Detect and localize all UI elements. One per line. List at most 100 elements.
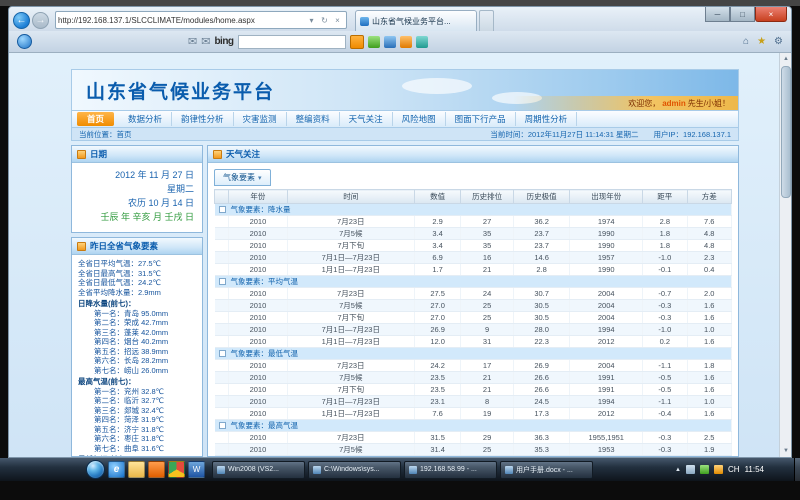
address-dropdown-icon[interactable]	[305, 16, 318, 25]
tab-climate-platform[interactable]: 山东省气候业务平台...	[355, 10, 477, 31]
taskbar-window-1[interactable]: C:\Windows\sys...	[308, 461, 401, 479]
bing-search-button[interactable]	[350, 35, 364, 49]
climate-portal-page: 山东省气候业务平台 欢迎您， admin 先生/小姐！ 首页数据分析韵律性分析灾…	[71, 69, 739, 457]
mail-send-icon[interactable]	[201, 35, 210, 48]
nav-item-3[interactable]: 灾害监测	[234, 112, 287, 126]
collapse-checkbox-icon[interactable]	[219, 206, 226, 213]
action-center-tray-icon[interactable]	[700, 465, 709, 474]
toolbar-addon-icon-2[interactable]	[384, 36, 396, 48]
scroll-down-arrow-icon[interactable]	[780, 445, 792, 457]
nav-item-4[interactable]: 整编资料	[287, 112, 340, 126]
bing-search-input[interactable]	[238, 35, 346, 49]
taskbar-window-2[interactable]: 192.168.58.99 - ...	[404, 461, 497, 479]
nav-item-8[interactable]: 周期性分析	[516, 112, 578, 126]
weather-icon	[77, 242, 86, 251]
date-line-1: 星期二	[80, 182, 194, 196]
table-row: 20107月下旬31.42535.31951-0.31.9	[215, 456, 732, 457]
cell-时间: 7月下旬	[287, 312, 414, 324]
address-input[interactable]	[58, 16, 305, 25]
minimize-button[interactable]	[705, 7, 730, 22]
collapse-checkbox-icon[interactable]	[219, 350, 226, 357]
cell-历史极值: 26.9	[513, 360, 570, 372]
scrollbar-thumb[interactable]	[781, 66, 791, 198]
vertical-scrollbar[interactable]	[779, 53, 791, 457]
cell-历史极值: 36.3	[513, 432, 570, 444]
scroll-up-arrow-icon[interactable]	[780, 53, 792, 65]
table-row: 20107月1日—7月23日26.9928.01994-1.01.0	[215, 324, 732, 336]
section-label-cell: 气象要素：降水量	[215, 204, 732, 216]
nav-item-1[interactable]: 数据分析	[119, 112, 172, 126]
weather-focus-panel: 天气关注 气象要素	[207, 145, 739, 457]
start-button[interactable]	[86, 460, 105, 479]
cell-历史排位: 27	[461, 216, 514, 228]
home-icon[interactable]	[743, 36, 749, 47]
cell-年份: 2010	[229, 324, 288, 336]
explorer-taskbar-icon[interactable]	[128, 461, 145, 478]
stats-rank-item-1-1: 第二名：临沂 32.7℃	[78, 396, 196, 406]
tray-expand-arrow-icon[interactable]	[675, 467, 681, 473]
nav-item-6[interactable]: 风险地图	[393, 112, 446, 126]
section-row-3[interactable]: 气象要素：最高气温	[215, 420, 732, 432]
show-desktop-button[interactable]	[794, 458, 800, 481]
chrome-taskbar-icon[interactable]	[168, 461, 185, 478]
toolbar-addon-icon-3[interactable]	[400, 36, 412, 48]
network-tray-icon[interactable]	[686, 465, 695, 474]
cell-年份: 2010	[229, 408, 288, 420]
close-button[interactable]	[755, 7, 787, 22]
refresh-icon[interactable]	[318, 16, 331, 25]
taskbar-window-3[interactable]: 用户手册.docx - ...	[500, 461, 593, 479]
nav-item-0[interactable]: 首页	[77, 112, 114, 126]
nav-item-7[interactable]: 图面下行产品	[446, 112, 516, 126]
language-indicator[interactable]: CH	[728, 465, 740, 474]
mail-icon[interactable]	[188, 35, 197, 48]
bing-logo: bing	[214, 36, 233, 47]
collapse-checkbox-icon[interactable]	[219, 278, 226, 285]
section-row-1[interactable]: 气象要素：平均气温	[215, 276, 732, 288]
system-tray: CH 11:54	[675, 465, 794, 474]
yesterday-stats-panel: 昨日全省气象要素 全省日平均气温：27.5℃全省日最高气温：31.5℃全省日最低…	[71, 237, 203, 457]
cell-距平: 0.2	[643, 336, 687, 348]
section-label: 气象要素：降水量	[231, 205, 291, 214]
toolbar-addon-icon-1[interactable]	[368, 36, 380, 48]
welcome-suffix: 先生/小姐！	[688, 98, 730, 109]
cell-数值: 27.0	[414, 312, 460, 324]
tools-gear-icon[interactable]	[774, 36, 783, 47]
new-tab-button[interactable]	[479, 10, 494, 31]
taskbar-clock[interactable]: 11:54	[745, 465, 764, 474]
ie-taskbar-icon[interactable]	[108, 461, 125, 478]
cell-历史极值: 14.6	[513, 252, 570, 264]
volume-tray-icon[interactable]	[714, 465, 723, 474]
stats-rank-item-1-0: 第一名：兖州 32.8℃	[78, 387, 196, 397]
cell-方差: 1.6	[687, 372, 731, 384]
element-filter-button[interactable]: 气象要素	[214, 169, 271, 186]
stats-rank-item-0-0: 第一名：青岛 95.0mm	[78, 309, 196, 319]
cell-历史排位: 21	[461, 264, 514, 276]
cell-出现年份: 1957	[570, 252, 643, 264]
cell-出现年份: 1990	[570, 228, 643, 240]
collapse-checkbox-icon[interactable]	[219, 422, 226, 429]
section-row-2[interactable]: 气象要素：最低气温	[215, 348, 732, 360]
word-taskbar-icon[interactable]	[188, 461, 205, 478]
stats-panel-body: 全省日平均气温：27.5℃全省日最高气温：31.5℃全省日最低气温：24.2℃全…	[72, 255, 202, 456]
stop-icon[interactable]	[331, 16, 344, 25]
section-row-0[interactable]: 气象要素：降水量	[215, 204, 732, 216]
cell-历史排位: 25	[461, 444, 514, 456]
favorites-star-icon[interactable]	[757, 36, 766, 47]
forward-button[interactable]	[32, 12, 49, 29]
media-player-taskbar-icon[interactable]	[148, 461, 165, 478]
cell-距平: -1.0	[643, 252, 687, 264]
nav-item-2[interactable]: 韵律性分析	[172, 112, 234, 126]
maximize-button[interactable]	[730, 7, 755, 22]
toolbar-addon-icon-4[interactable]	[416, 36, 428, 48]
cell-数值: 24.2	[414, 360, 460, 372]
cell-方差: 1.9	[687, 456, 731, 457]
cell-出现年份: 1994	[570, 324, 643, 336]
main-nav: 首页数据分析韵律性分析灾害监测整编资料天气关注风险地图图面下行产品周期性分析	[71, 111, 739, 128]
toolbar-logo-icon[interactable]	[17, 34, 32, 49]
nav-item-5[interactable]: 天气关注	[340, 112, 393, 126]
back-button[interactable]	[13, 12, 30, 29]
cell-距平: -0.1	[643, 264, 687, 276]
window-controls	[705, 7, 787, 22]
cell-方差: 1.6	[687, 336, 731, 348]
taskbar-window-0[interactable]: Win2008 (VS2...	[212, 461, 305, 479]
